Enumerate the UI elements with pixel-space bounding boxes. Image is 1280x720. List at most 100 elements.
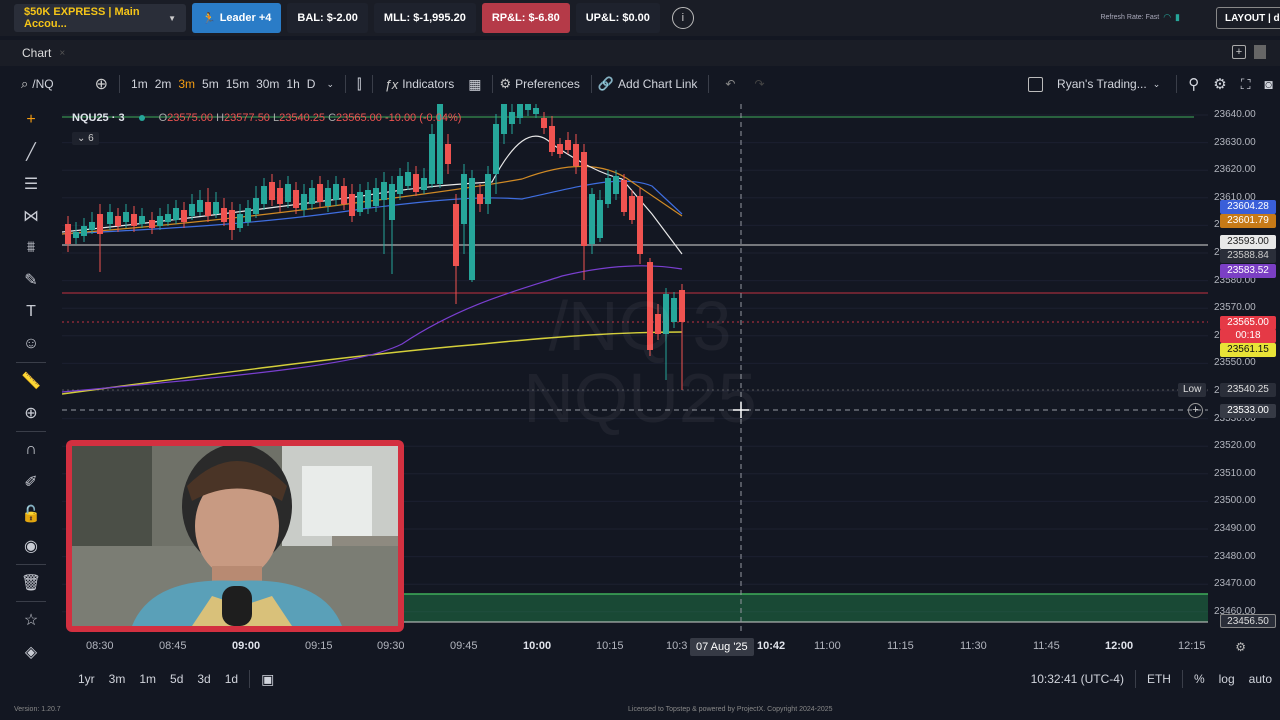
pencil-lock-icon[interactable]: ✐	[0, 466, 62, 498]
range-1yr[interactable]: 1yr	[62, 672, 102, 686]
divider	[492, 75, 494, 93]
info-icon[interactable]: i	[671, 7, 694, 29]
price-tick: 23550.00	[1214, 357, 1256, 369]
divider	[1176, 75, 1178, 93]
symbol-search[interactable]: ⌕ /NQ	[14, 68, 61, 100]
panel-menu-icon[interactable]	[1254, 45, 1266, 59]
horizontal-lines-icon[interactable]: ☰	[0, 168, 62, 200]
divider	[344, 75, 346, 93]
trash-icon[interactable]: 🗑	[0, 567, 62, 599]
preferences-button[interactable]: ⚙ Preferences	[497, 68, 586, 100]
candle-body	[97, 214, 103, 234]
settings-icon[interactable]: ⚙	[1206, 68, 1233, 100]
candle-body	[165, 214, 171, 222]
range-3d[interactable]: 3d	[190, 672, 217, 686]
price-tick: 23570.00	[1214, 302, 1256, 314]
brush-icon[interactable]: ✎	[0, 264, 62, 296]
emoji-icon[interactable]: ☺	[0, 328, 62, 360]
indicators-button[interactable]: ƒx Indicators	[377, 68, 461, 100]
account-selector[interactable]: $50K EXPRESS | Main Accou... ▼	[14, 4, 186, 32]
candle-body	[565, 140, 571, 150]
time-tick: 10:00	[523, 640, 552, 652]
candle-body	[245, 208, 251, 222]
templates-button[interactable]: ▦	[461, 68, 488, 100]
measure-lines-icon[interactable]: ⩩	[0, 232, 62, 264]
gear-icon: ⚙	[499, 76, 512, 91]
interval-15m[interactable]: 15m	[226, 68, 256, 100]
magnet-icon[interactable]: ∩	[0, 434, 62, 466]
candle-body	[477, 194, 483, 204]
fullscreen-icon[interactable]: ⛶	[1234, 68, 1258, 100]
quick-search-icon[interactable]: ⚲	[1181, 68, 1206, 100]
interval-dropdown[interactable]: ⌄	[322, 68, 341, 100]
candle-body	[389, 184, 395, 220]
range-3m[interactable]: 3m	[102, 672, 133, 686]
legend-open: 23575.00	[167, 112, 214, 124]
tab-close-icon[interactable]: ×	[59, 48, 65, 59]
compare-button[interactable]: ⊕	[61, 68, 115, 100]
indicator-count[interactable]: ⌄ 6	[72, 132, 99, 145]
drawing-toolbar: + ╱ ☰ ⋈ ⩩ ✎ T ☺ 📏 ⊕ ∩ ✐ 🔓 ◉ 🗑 ☆ ◈	[0, 104, 62, 700]
layout-name[interactable]: Ryan's Trading...	[1057, 77, 1147, 91]
function-icon: ƒx	[384, 76, 399, 92]
candle-body	[261, 186, 267, 204]
legend-symbol[interactable]: NQU25 · 3	[72, 112, 125, 124]
camera-icon[interactable]: ◙	[1258, 68, 1280, 100]
clock-label[interactable]: 10:32:41 (UTC-4)	[1024, 672, 1131, 686]
candle-body	[549, 126, 555, 152]
add-alert-icon[interactable]: +	[1188, 403, 1203, 418]
add-tab-icon[interactable]: +	[1232, 45, 1246, 59]
chevron-down-icon[interactable]: ⌄	[1153, 79, 1161, 90]
candle-body	[413, 174, 419, 192]
redo-button[interactable]: ↷	[742, 68, 771, 100]
axis-settings-icon[interactable]: ⚙	[1235, 640, 1246, 654]
range-1d[interactable]: 1d	[218, 672, 245, 686]
legend-c-label: C	[328, 112, 337, 124]
time-axis[interactable]: 08:30 08:45 09:00 09:15 09:30 09:45 10:00 10:15…	[62, 634, 1280, 662]
candle-body	[293, 190, 299, 208]
interval-1h[interactable]: 1h	[286, 68, 306, 100]
eye-icon[interactable]: ◉	[0, 530, 62, 562]
interval-5m[interactable]: 5m	[202, 68, 226, 100]
layout-button[interactable]: LAYOUT | de	[1216, 7, 1280, 29]
webcam-overlay	[66, 440, 404, 632]
leader-button[interactable]: 🏃 Leader +4	[192, 3, 282, 33]
undo-button[interactable]: ↶	[713, 68, 742, 100]
text-icon[interactable]: T	[0, 296, 62, 328]
candle-body	[157, 216, 163, 226]
zoom-in-icon[interactable]: ⊕	[0, 397, 62, 429]
pattern-icon[interactable]: ⋈	[0, 200, 62, 232]
range-5d[interactable]: 5d	[163, 672, 190, 686]
log-toggle[interactable]: log	[1212, 672, 1242, 686]
percent-toggle[interactable]: %	[1187, 672, 1212, 686]
indicator-count-value: 6	[88, 133, 94, 144]
price-label-yellow: 23561.15	[1220, 343, 1276, 357]
layout-checkbox[interactable]	[1028, 76, 1044, 92]
candle-body	[131, 214, 137, 226]
interval-3m[interactable]: 3m	[178, 68, 202, 100]
lock-icon[interactable]: 🔓	[0, 498, 62, 530]
ruler-icon[interactable]: 📏	[0, 365, 62, 397]
candle-body	[197, 200, 203, 212]
crosshair-icon[interactable]: +	[0, 104, 62, 136]
chart-type-button[interactable]: ⫿	[350, 68, 368, 100]
interval-30m[interactable]: 30m	[256, 68, 286, 100]
interval-d[interactable]: D	[307, 68, 323, 100]
range-1m[interactable]: 1m	[132, 672, 163, 686]
trendline-icon[interactable]: ╱	[0, 136, 62, 168]
time-tick: 12:15	[1178, 640, 1206, 652]
calendar-icon[interactable]: ▣	[254, 671, 281, 688]
add-chart-link-button[interactable]: 🔗 Add Chart Link	[596, 68, 705, 100]
price-tick: 23490.00	[1214, 523, 1256, 534]
price-axis[interactable]: 23640.0023630.0023620.0023610.0023600.00…	[1208, 104, 1280, 634]
interval-2m[interactable]: 2m	[155, 68, 179, 100]
time-tick: 11:15	[887, 640, 914, 652]
auto-toggle[interactable]: auto	[1242, 672, 1280, 686]
runner-icon: 🏃	[202, 12, 216, 25]
interval-1m[interactable]: 1m	[124, 68, 155, 100]
layers-icon[interactable]: ◈	[0, 636, 62, 668]
star-icon[interactable]: ☆	[0, 604, 62, 636]
session-toggle[interactable]: ETH	[1140, 672, 1178, 686]
tab-chart[interactable]: Chart	[0, 46, 51, 60]
time-tick: 09:00	[232, 640, 261, 652]
